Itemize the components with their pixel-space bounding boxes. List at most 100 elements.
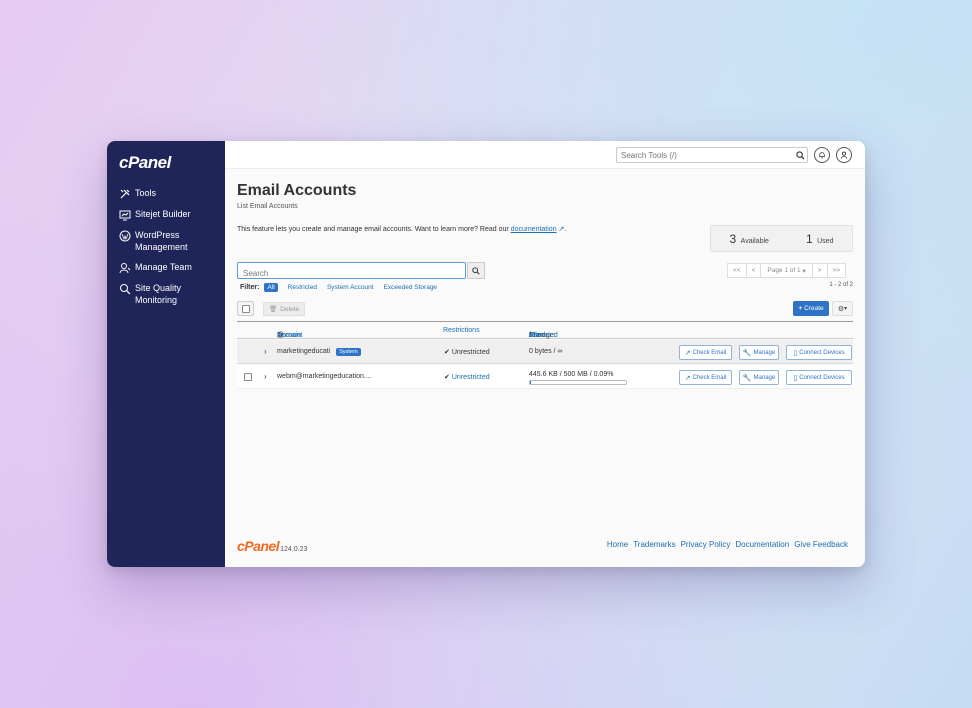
checkmark-icon: ✔ — [444, 374, 450, 381]
user-menu-button[interactable] — [836, 147, 852, 163]
storage-cell: 0 bytes / ∞ — [529, 348, 563, 355]
create-button[interactable]: + Create — [793, 301, 829, 316]
breadcrumb: List Email Accounts — [237, 203, 298, 210]
restriction-cell: ✔ Unrestricted — [444, 348, 490, 356]
select-all-checkbox[interactable] — [237, 301, 254, 316]
tool-search-input[interactable] — [617, 150, 793, 160]
phone-icon: ▯ — [793, 349, 798, 357]
row-checkbox[interactable] — [244, 373, 252, 383]
filter-system-account[interactable]: System Account — [327, 284, 374, 291]
checkbox-box — [244, 373, 252, 381]
manage-label: Manage — [753, 349, 776, 356]
footer-link-documentation[interactable]: Documentation — [735, 540, 789, 549]
used-count: 1 — [805, 231, 813, 246]
notifications-button[interactable] — [814, 147, 830, 163]
available-label: Available — [740, 237, 769, 245]
search-icon[interactable] — [793, 148, 807, 162]
account-search-button[interactable] — [467, 262, 485, 279]
footer-link-privacy[interactable]: Privacy Policy — [681, 540, 731, 549]
manage-button[interactable]: 🔧 Manage — [739, 370, 779, 385]
filter-restricted[interactable]: Restricted — [288, 284, 317, 291]
wrench-icon: 🔧 — [742, 374, 752, 382]
intro-text: This feature lets you create and manage … — [237, 225, 566, 233]
filter-exceeded-storage[interactable]: Exceeded Storage — [384, 284, 437, 291]
account-stats: 3 Available 1 Used — [710, 225, 853, 252]
storage-usage-bar — [529, 380, 627, 385]
account-search — [237, 262, 466, 281]
account-cell: marketingeducati System — [277, 348, 361, 356]
user-icon — [840, 146, 848, 164]
manage-label: Manage — [753, 374, 776, 381]
delete-label: Delete — [280, 305, 300, 313]
delete-button[interactable]: 🗑 Delete — [263, 302, 306, 316]
sidebar-item-label: Site Quality Monitoring — [135, 283, 182, 305]
trash-icon: 🗑 — [269, 306, 278, 313]
restriction-status-link[interactable]: Unrestricted — [452, 374, 490, 381]
sidebar-item-label: Manage Team — [135, 262, 192, 272]
bell-icon — [818, 146, 826, 164]
filter-label: Filter: — [240, 284, 260, 291]
result-range: 1 - 2 of 2 — [829, 282, 853, 288]
account-search-input[interactable] — [238, 266, 465, 281]
sidebar-item-sitejet[interactable]: Sitejet Builder — [107, 208, 225, 221]
cpanel-logo[interactable]: cPanel — [119, 153, 171, 173]
sidebar-item-wordpress[interactable]: WordPress Management — [107, 229, 225, 253]
search-icon — [472, 262, 480, 280]
main-content: Email Accounts List Email Accounts This … — [225, 141, 865, 567]
page-select[interactable]: Page 1 of 1 ▾ — [760, 263, 813, 278]
connect-devices-button[interactable]: ▯ Connect Devices — [786, 345, 852, 360]
first-page-button[interactable]: << — [727, 263, 747, 278]
tool-search — [616, 147, 808, 163]
restrictions-column-header[interactable]: Restrictions — [443, 327, 480, 334]
expand-row-chevron-icon[interactable]: › — [264, 372, 267, 381]
external-link-icon: ↗ — [684, 349, 691, 357]
sidebar-item-site-quality[interactable]: Site Quality Monitoring — [107, 282, 225, 306]
tools-icon — [119, 188, 131, 200]
next-page-button[interactable]: > — [811, 263, 828, 278]
last-page-button[interactable]: >> — [826, 263, 847, 278]
sidebar-item-manage-team[interactable]: Manage Team — [107, 261, 225, 274]
available-stat: 3 Available — [730, 230, 769, 248]
check-email-button[interactable]: ↗ Check Email — [679, 370, 732, 385]
checkmark-icon: ✔ — [444, 349, 450, 356]
footer-link-trademarks[interactable]: Trademarks — [633, 540, 675, 549]
available-count: 3 — [729, 231, 737, 246]
wrench-icon: 🔧 — [742, 349, 752, 357]
sidebar-nav: Tools Sitejet Builder WordPress Manageme… — [107, 187, 225, 314]
chevron-down-icon: ▾ — [800, 267, 806, 275]
used-stat: 1 Used — [806, 230, 833, 248]
system-badge: System — [336, 348, 361, 356]
sidebar-item-label: WordPress Management — [135, 230, 188, 252]
footer-links: Home Trademarks Privacy Policy Documenta… — [602, 540, 848, 549]
team-icon — [119, 262, 131, 274]
used-label: Used — [817, 237, 834, 245]
sort-percent-link[interactable]: % — [529, 332, 535, 339]
table-row: › marketingeducati System ✔ Unrestricted … — [237, 340, 853, 364]
sidebar-item-label: Tools — [135, 188, 157, 198]
connect-devices-label: Connect Devices — [799, 349, 845, 356]
footer-link-feedback[interactable]: Give Feedback — [794, 540, 848, 549]
connect-devices-button[interactable]: ▯ Connect Devices — [786, 370, 852, 385]
external-link-icon: ↗ — [684, 374, 691, 382]
restriction-cell: ✔ Unrestricted — [444, 373, 490, 381]
documentation-link[interactable]: documentation — [511, 226, 557, 233]
connect-devices-label: Connect Devices — [799, 374, 845, 381]
footer-link-home[interactable]: Home — [607, 540, 628, 549]
footer-cpanel-logo[interactable]: cPanel — [237, 538, 280, 554]
monitor-icon — [119, 209, 131, 221]
prev-page-button[interactable]: < — [745, 263, 762, 278]
sidebar-item-label: Sitejet Builder — [135, 209, 191, 219]
expand-row-chevron-icon[interactable]: › — [264, 347, 267, 356]
check-email-button[interactable]: ↗ Check Email — [679, 345, 732, 360]
settings-dropdown[interactable]: ⚙ ▾ — [832, 301, 853, 316]
top-bar — [225, 141, 865, 169]
sidebar-item-tools[interactable]: Tools — [107, 187, 225, 200]
manage-button[interactable]: 🔧 Manage — [739, 345, 779, 360]
version-number: 124.0.23 — [280, 546, 308, 553]
storage-cell: 445.6 KB / 500 MB / 0.09% — [529, 371, 614, 378]
page-select-label: Page 1 of 1 — [767, 267, 801, 274]
wordpress-icon — [119, 230, 131, 242]
filter-all[interactable]: All — [264, 283, 278, 292]
domain-header-label: Domain — [277, 332, 302, 339]
account-cell: webm@marketingeducation.... — [277, 373, 372, 380]
